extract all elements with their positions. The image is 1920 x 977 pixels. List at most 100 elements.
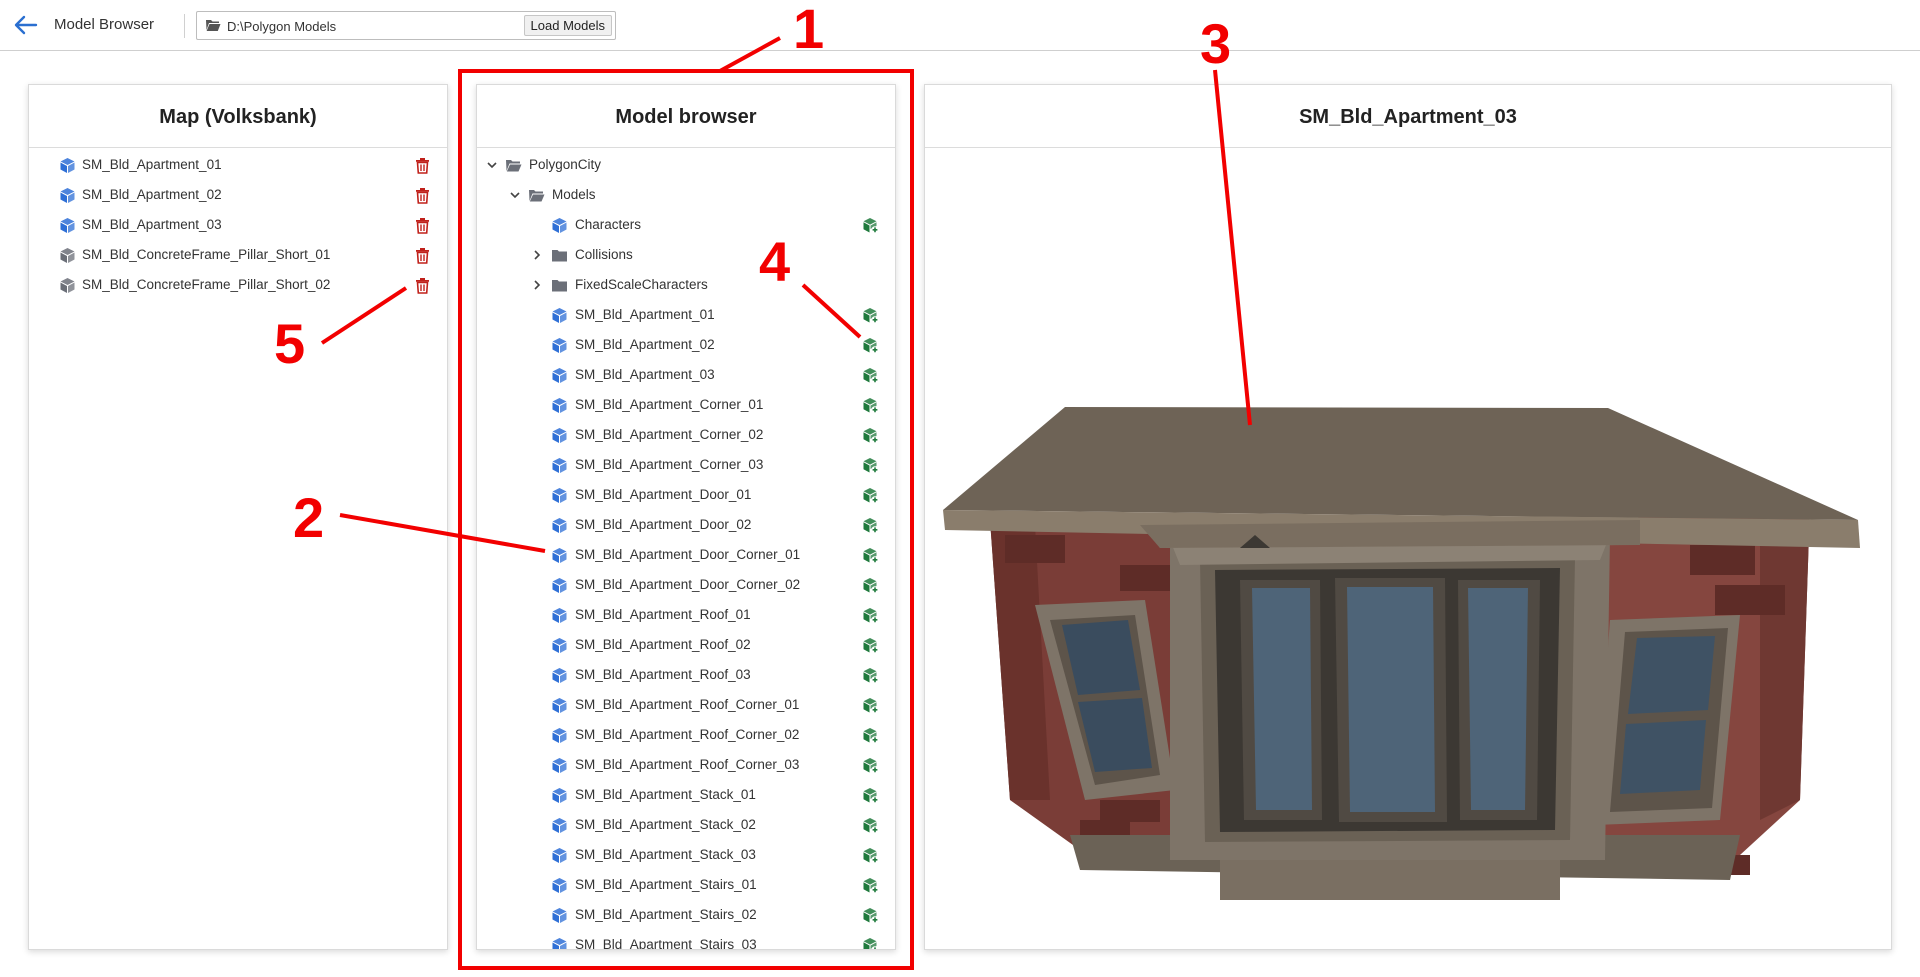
add-model-icon[interactable] <box>862 487 879 504</box>
add-model-icon[interactable] <box>862 577 879 594</box>
tree-model-item[interactable]: SM_Bld_Apartment_Stack_01 <box>477 780 895 810</box>
add-model-icon[interactable] <box>862 547 879 564</box>
folder-open-icon <box>506 160 522 172</box>
tree-model-item[interactable]: SM_Bld_Apartment_Door_Corner_02 <box>477 570 895 600</box>
tree-model-item[interactable]: SM_Bld_Apartment_Roof_01 <box>477 600 895 630</box>
tree-item-label: SM_Bld_Apartment_Door_02 <box>575 517 752 532</box>
cube-icon <box>552 398 567 413</box>
tree-root-polygoncity[interactable]: PolygonCity <box>477 150 895 180</box>
tree-model-item[interactable]: SM_Bld_Apartment_Stack_03 <box>477 840 895 870</box>
tree-item-label: SM_Bld_Apartment_Roof_02 <box>575 637 751 652</box>
tree-model-item[interactable]: SM_Bld_Apartment_Stairs_02 <box>477 900 895 930</box>
tree-model-item[interactable]: Characters <box>477 210 895 240</box>
add-model-icon[interactable] <box>862 697 879 714</box>
path-value: D:\Polygon Models <box>227 19 337 34</box>
tree-model-item[interactable]: SM_Bld_Apartment_Stairs_01 <box>477 870 895 900</box>
cube-icon <box>60 158 75 173</box>
cube-icon <box>552 668 567 683</box>
model-viewport[interactable] <box>924 147 1892 949</box>
add-model-icon[interactable] <box>862 337 879 354</box>
tree-model-item[interactable]: SM_Bld_Apartment_Stairs_03 <box>477 930 895 950</box>
tree-folder-item[interactable]: Collisions <box>477 240 895 270</box>
add-model-icon[interactable] <box>862 787 879 804</box>
tree-item-label: Collisions <box>575 247 633 262</box>
add-model-icon[interactable] <box>862 847 879 864</box>
folder-icon <box>552 250 567 262</box>
tree-model-item[interactable]: SM_Bld_Apartment_Roof_Corner_03 <box>477 750 895 780</box>
add-model-icon[interactable] <box>862 397 879 414</box>
building-model <box>943 407 1860 900</box>
tree-item-label: FixedScaleCharacters <box>575 277 708 292</box>
path-field[interactable]: D:\Polygon Models Load Models <box>196 11 616 40</box>
add-model-icon[interactable] <box>862 637 879 654</box>
tree-model-item[interactable]: SM_Bld_Apartment_01 <box>477 300 895 330</box>
chevron-down-icon[interactable] <box>509 189 521 201</box>
map-list-item[interactable]: SM_Bld_Apartment_02 <box>29 180 447 210</box>
tree-entries: Characters Collisions FixedScaleCharacters… <box>477 210 895 950</box>
chevron-right-icon[interactable] <box>531 249 543 261</box>
annotation-label-4: 4 <box>759 230 791 293</box>
add-model-icon[interactable] <box>862 217 879 234</box>
tree-model-item[interactable]: SM_Bld_Apartment_Stack_02 <box>477 810 895 840</box>
tree-item-label: SM_Bld_Apartment_Stairs_02 <box>575 907 757 922</box>
tree-model-item[interactable]: SM_Bld_Apartment_Corner_02 <box>477 420 895 450</box>
add-model-icon[interactable] <box>862 607 879 624</box>
map-list: SM_Bld_Apartment_01 SM_Bld_Apartment_02 SM… <box>29 148 447 300</box>
trash-icon[interactable] <box>414 277 431 294</box>
back-button[interactable] <box>12 12 40 38</box>
model-tree: PolygonCity Models Characters Collisions F… <box>477 148 895 950</box>
map-list-item[interactable]: SM_Bld_Apartment_03 <box>29 210 447 240</box>
tree-model-item[interactable]: SM_Bld_Apartment_Corner_03 <box>477 450 895 480</box>
add-model-icon[interactable] <box>862 457 879 474</box>
trash-icon[interactable] <box>414 187 431 204</box>
tree-item-label: SM_Bld_Apartment_02 <box>575 337 715 352</box>
model-browser-title: Model browser <box>477 85 895 148</box>
cube-icon <box>552 458 567 473</box>
tree-item-label: SM_Bld_Apartment_Roof_Corner_01 <box>575 697 800 712</box>
add-model-icon[interactable] <box>862 937 879 950</box>
tree-model-item[interactable]: SM_Bld_Apartment_Door_Corner_01 <box>477 540 895 570</box>
cube-icon <box>552 698 567 713</box>
tree-model-item[interactable]: SM_Bld_Apartment_Door_01 <box>477 480 895 510</box>
tree-item-label: SM_Bld_Apartment_Door_Corner_01 <box>575 547 801 562</box>
model-browser-panel: Model browser PolygonCity Models Charact… <box>476 84 896 950</box>
tree-model-item[interactable]: SM_Bld_Apartment_Roof_02 <box>477 630 895 660</box>
add-model-icon[interactable] <box>862 817 879 834</box>
tree-model-item[interactable]: SM_Bld_Apartment_02 <box>477 330 895 360</box>
add-model-icon[interactable] <box>862 757 879 774</box>
add-model-icon[interactable] <box>862 367 879 384</box>
map-list-item[interactable]: SM_Bld_Apartment_01 <box>29 150 447 180</box>
tree-root-label: PolygonCity <box>529 157 602 172</box>
tree-model-item[interactable]: SM_Bld_Apartment_Roof_Corner_02 <box>477 720 895 750</box>
tree-model-item[interactable]: SM_Bld_Apartment_Roof_Corner_01 <box>477 690 895 720</box>
tree-model-item[interactable]: SM_Bld_Apartment_Corner_01 <box>477 390 895 420</box>
arrow-left-icon <box>14 15 38 35</box>
trash-icon[interactable] <box>414 247 431 264</box>
cube-icon <box>552 608 567 623</box>
tree-item-label: SM_Bld_Apartment_Stack_01 <box>575 787 756 802</box>
add-model-icon[interactable] <box>862 667 879 684</box>
trash-icon[interactable] <box>414 157 431 174</box>
trash-icon[interactable] <box>414 217 431 234</box>
tree-item-label: SM_Bld_Apartment_Roof_Corner_02 <box>575 727 800 742</box>
map-list-item[interactable]: SM_Bld_ConcreteFrame_Pillar_Short_01 <box>29 240 447 270</box>
add-model-icon[interactable] <box>862 727 879 744</box>
tree-folder-item[interactable]: FixedScaleCharacters <box>477 270 895 300</box>
chevron-right-icon[interactable] <box>531 279 543 291</box>
add-model-icon[interactable] <box>862 307 879 324</box>
annotation-label-2: 2 <box>293 486 325 549</box>
add-model-icon[interactable] <box>862 427 879 444</box>
tree-model-item[interactable]: SM_Bld_Apartment_Roof_03 <box>477 660 895 690</box>
tree-model-item[interactable]: SM_Bld_Apartment_03 <box>477 360 895 390</box>
tree-item-label: SM_Bld_Apartment_Corner_03 <box>575 457 764 472</box>
tree-model-item[interactable]: SM_Bld_Apartment_Door_02 <box>477 510 895 540</box>
tree-folder-models[interactable]: Models <box>477 180 895 210</box>
load-models-button[interactable]: Load Models <box>523 15 612 36</box>
add-model-icon[interactable] <box>862 907 879 924</box>
map-item-label: SM_Bld_ConcreteFrame_Pillar_Short_02 <box>82 277 331 292</box>
chevron-down-icon[interactable] <box>486 159 498 171</box>
add-model-icon[interactable] <box>862 877 879 894</box>
map-list-item[interactable]: SM_Bld_ConcreteFrame_Pillar_Short_02 <box>29 270 447 300</box>
add-model-icon[interactable] <box>862 517 879 534</box>
tree-item-label: SM_Bld_Apartment_Roof_03 <box>575 667 751 682</box>
